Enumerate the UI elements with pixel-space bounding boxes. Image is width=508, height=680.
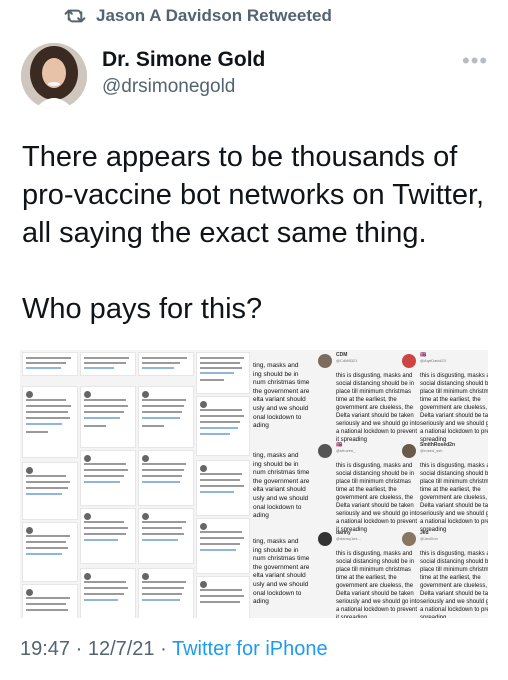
partial-tweet: ting, masks and ing should be in num chris… — [253, 452, 310, 520]
thumbnail-card — [22, 522, 78, 582]
partial-tweet: ting, masks and ing should be in num chris… — [253, 362, 310, 430]
bot-tweet: CDM @CdM8321 this is disgusting, masks a… — [318, 352, 420, 443]
retweeted-by-text: Jason A Davidson Retweeted — [96, 6, 332, 25]
thumbnail-card — [138, 352, 194, 376]
tweet-timestamp[interactable]: 19:47 · 12/7/21 · — [20, 638, 172, 660]
tweet-source-link[interactable]: Twitter for iPhone — [172, 638, 328, 660]
thumbnail-card — [138, 508, 194, 564]
thumbnail-card — [22, 462, 78, 520]
tweet-text: There appears to be thousands of pro-vac… — [22, 138, 502, 328]
thumbnail-card — [196, 460, 250, 516]
tweet-media-image[interactable]: ting, masks and ing should be in num chris… — [20, 350, 488, 618]
bot-tweet: Jed @JedDon this is disgusting, masks an… — [402, 530, 488, 618]
author-handle[interactable]: @drsimonegold — [102, 76, 235, 98]
bot-tweet: SmithRosed2n @rosed_ssh this is disgusti… — [402, 442, 488, 533]
bot-tweet: 🇬🇧 @AqeDavid23 this is disgusting, masks… — [402, 352, 488, 443]
thumbnail-card — [138, 386, 194, 448]
more-icon[interactable]: ••• — [462, 48, 488, 74]
bot-tweet: 🇬🇧 @sfruzen_ this is disgusting, masks a… — [318, 442, 420, 533]
thumbnail-card — [80, 568, 136, 618]
thumbnail-card — [80, 352, 136, 376]
thumbnail-card — [196, 576, 250, 618]
thumbnail-card — [138, 450, 194, 506]
bot-tweet: danny @danny1ex... this is disgusting, m… — [318, 530, 420, 618]
tweet-line: all saying the exact same thing. — [22, 217, 427, 249]
tweet-line: pro-vaccine bot networks on Twitter, — [22, 179, 485, 211]
thumbnail-card — [80, 386, 136, 448]
author-name[interactable]: Dr. Simone Gold — [102, 48, 265, 72]
thumbnail-card — [22, 584, 78, 618]
thumbnail-card — [196, 396, 250, 456]
retweet-context[interactable]: Jason A Davidson Retweeted — [64, 4, 332, 28]
thumbnail-card — [196, 352, 250, 394]
tweet-line: Who pays for this? — [22, 293, 263, 325]
thumbnail-card — [22, 352, 78, 376]
thumbnail-card — [138, 568, 194, 618]
tweet-line: There appears to be thousands of — [22, 141, 458, 173]
thumbnail-card — [196, 518, 250, 574]
retweet-icon — [64, 9, 86, 23]
mini-tweet-grid — [20, 350, 250, 618]
thumbnail-card — [80, 508, 136, 564]
tweet-footer: 19:47 · 12/7/21 · Twitter for iPhone — [20, 638, 328, 661]
thumbnail-card — [80, 450, 136, 506]
partial-tweet: ting, masks and ing should be in num chris… — [253, 538, 310, 606]
avatar[interactable] — [21, 43, 87, 109]
thumbnail-card — [22, 386, 78, 458]
